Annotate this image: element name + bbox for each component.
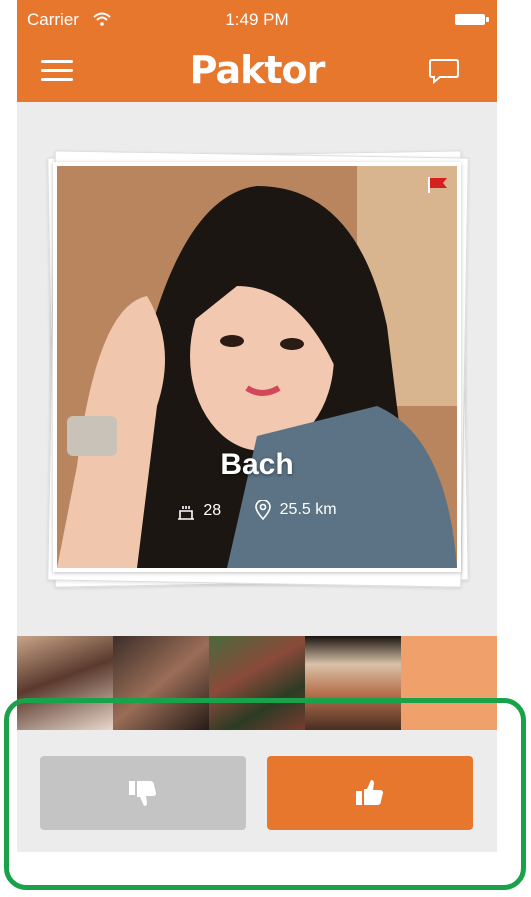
photo-thumbnail[interactable] — [209, 636, 305, 730]
status-bar: Carrier 1:49 PM — [17, 0, 497, 40]
profile-name: Bach — [220, 448, 294, 481]
report-flag-icon[interactable] — [427, 176, 449, 194]
profile-card[interactable]: Bach 28 25.5 km — [53, 162, 461, 572]
like-button[interactable] — [267, 756, 473, 830]
thumbs-down-icon — [129, 781, 156, 806]
action-bar — [17, 736, 497, 852]
profile-meta: 28 25.5 km — [57, 500, 457, 525]
distance-info: 25.5 km — [254, 500, 337, 520]
age-info: 28 — [177, 502, 221, 520]
photo-thumbnail[interactable] — [113, 636, 209, 730]
birthday-cake-icon — [178, 506, 195, 520]
top-navbar: Paktor — [17, 40, 497, 102]
photo-thumbnail[interactable] — [401, 636, 497, 730]
dislike-button[interactable] — [40, 756, 246, 830]
photo-thumbnail[interactable] — [17, 636, 113, 730]
status-time: 1:49 PM — [225, 10, 289, 29]
battery-icon — [455, 14, 489, 25]
photo-thumbnail-strip — [17, 636, 497, 730]
photo-thumbnail[interactable] — [305, 636, 401, 730]
profile-card-stack: Bach 28 25.5 km — [47, 148, 469, 588]
location-pin-icon — [254, 500, 271, 520]
profile-photo: Bach 28 25.5 km — [57, 166, 457, 568]
app-screen: Carrier 1:49 PM Paktor Bach 28 25.5 km — [17, 0, 497, 852]
age-value: 28 — [203, 502, 222, 519]
app-logo: Paktor — [189, 48, 326, 92]
distance-value: 25.5 km — [279, 501, 337, 518]
chat-bubble-icon[interactable] — [429, 58, 459, 84]
thumbs-up-icon — [356, 780, 383, 805]
